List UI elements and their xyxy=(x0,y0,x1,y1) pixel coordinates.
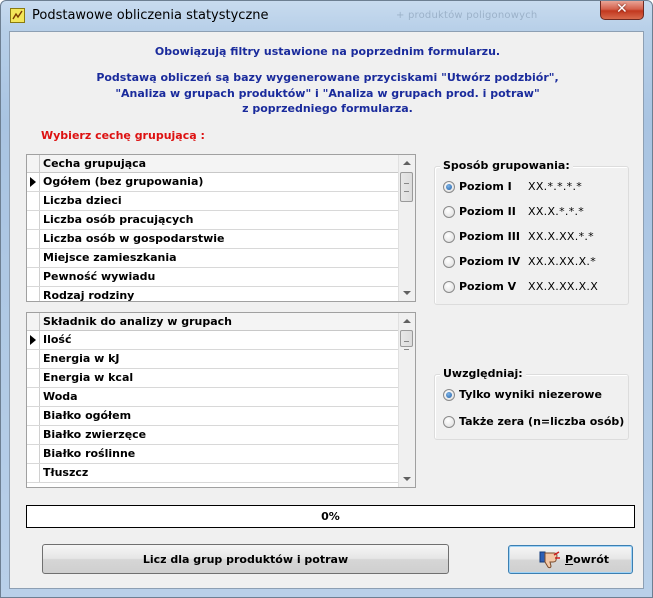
arrow-up-icon xyxy=(403,161,411,165)
groupbox-title: Uwzględniaj: xyxy=(440,367,526,380)
level-code: XX.*.*.*.* xyxy=(528,180,583,193)
grid-cell: Tłuszcz xyxy=(43,466,89,479)
grid-cell: Białko zwierzęce xyxy=(43,428,147,441)
radio-label: Tylko wyniki niezerowe xyxy=(459,388,602,401)
grid-header: Cecha grupująca xyxy=(27,155,399,173)
scroll-thumb[interactable] xyxy=(400,330,413,350)
grid-cell: Ilość xyxy=(43,333,72,346)
back-button[interactable]: Powrót xyxy=(508,545,633,574)
grid-header: Składnik do analizy w grupach xyxy=(27,313,399,331)
grid-row[interactable]: Miejsce zamieszkania xyxy=(27,249,399,268)
radio-button[interactable] xyxy=(443,281,455,293)
grid-cell: Białko ogółem xyxy=(43,409,132,422)
grid-row[interactable]: Liczba osób pracujących xyxy=(27,211,399,230)
app-icon xyxy=(10,8,25,23)
radio-label: Poziom III xyxy=(459,230,520,243)
filters-note: Obowiązują filtry ustawione na poprzedni… xyxy=(154,45,501,58)
radio-button[interactable] xyxy=(443,206,455,218)
arrow-up-icon xyxy=(403,319,411,323)
scroll-up-button[interactable] xyxy=(399,155,415,172)
close-icon: ✕ xyxy=(616,1,628,17)
level-code: XX.X.*.*.* xyxy=(528,205,585,218)
grid-row[interactable]: Białko roślinne xyxy=(27,445,399,464)
grid-row[interactable]: Ilość xyxy=(27,331,399,350)
grid-cell: Liczba osób pracujących xyxy=(43,213,194,226)
basis-note-line: z poprzedniego formularza. xyxy=(242,102,413,115)
current-row-arrow-icon xyxy=(30,177,36,187)
scroll-down-button[interactable] xyxy=(399,284,415,301)
grid-cell: Energia w kcal xyxy=(43,371,134,384)
radio-label: Poziom I xyxy=(459,180,512,193)
vertical-scrollbar[interactable] xyxy=(398,313,415,487)
scroll-up-button[interactable] xyxy=(399,313,415,330)
calculate-button-label: Licz dla grup produktów i potraw xyxy=(142,553,349,566)
grid-header-label: Cecha grupująca xyxy=(43,157,147,170)
radio-label: Także zera (n=liczba osób) xyxy=(459,415,625,428)
radio-label: Poziom IV xyxy=(459,255,521,268)
dialog-window: Podstawowe obliczenia statystyczne + pro… xyxy=(0,0,653,598)
grouping-heading: Wybierz cechę grupującą : xyxy=(41,129,205,142)
include-groupbox: Uwzględniaj: Tylko wyniki niezerowe Takż… xyxy=(434,367,629,440)
radio-button[interactable] xyxy=(443,389,455,401)
window-title: Podstawowe obliczenia statystyczne xyxy=(32,8,269,23)
scroll-down-button[interactable] xyxy=(399,470,415,487)
calculate-button[interactable]: Licz dla grup produktów i potraw xyxy=(42,544,449,574)
arrow-down-icon xyxy=(403,477,411,481)
level-code: XX.X.XX.X.* xyxy=(528,255,597,268)
radio-button[interactable] xyxy=(443,256,455,268)
grid-row[interactable]: Energia w kJ xyxy=(27,350,399,369)
grid-cell: Liczba osób w gospodarstwie xyxy=(43,232,225,245)
grid-row[interactable]: Ogółem (bez grupowania) xyxy=(27,173,399,192)
scroll-thumb[interactable] xyxy=(400,172,413,202)
grid-cell: Energia w kJ xyxy=(43,352,120,365)
component-grid[interactable]: Składnik do analizy w grupach Ilość Ener… xyxy=(26,312,416,488)
basis-note-line: "Analiza w grupach produktów" i "Analiza… xyxy=(115,86,540,100)
grid-cell: Ogółem (bez grupowania) xyxy=(43,175,204,188)
grid-row[interactable]: Pewność wywiadu xyxy=(27,268,399,287)
close-button[interactable]: ✕ xyxy=(600,1,644,20)
progress-bar: 0% xyxy=(26,505,635,528)
radio-button[interactable] xyxy=(443,416,455,428)
grid-cell: Białko roślinne xyxy=(43,447,136,460)
groupbox-title: Sposób grupowania: xyxy=(440,159,573,172)
vertical-scrollbar[interactable] xyxy=(398,155,415,301)
level-code: XX.X.XX.*.* xyxy=(528,230,594,243)
progress-text: 0% xyxy=(321,510,340,523)
radio-label: Poziom V xyxy=(459,280,517,293)
grid-cell: Liczba dzieci xyxy=(43,194,122,207)
grid-row[interactable]: Tłuszcz xyxy=(27,464,399,483)
grid-header-label: Składnik do analizy w grupach xyxy=(43,315,233,328)
grid-cell: Woda xyxy=(43,390,78,403)
dialog-client-area: Obowiązują filtry ustawione na poprzedni… xyxy=(9,31,644,589)
current-row-arrow-icon xyxy=(30,335,36,345)
grid-row[interactable]: Liczba dzieci xyxy=(27,192,399,211)
background-window-title: + produktów poligonowych xyxy=(396,10,538,21)
grid-row[interactable]: Białko ogółem xyxy=(27,407,399,426)
grid-cell: Rodzaj rodziny xyxy=(43,289,135,302)
grid-cell: Pewność wywiadu xyxy=(43,270,156,283)
arrow-down-icon xyxy=(403,291,411,295)
back-button-label: Powrót xyxy=(565,553,610,566)
basis-note-line: Podstawą obliczeń są bazy wygenerowane p… xyxy=(96,71,559,84)
grouping-method-groupbox: Sposób grupowania: Poziom I XX.*.*.*.* P… xyxy=(434,159,629,305)
radio-button[interactable] xyxy=(443,231,455,243)
level-code: XX.X.XX.X.X xyxy=(528,280,599,293)
basis-note: Podstawą obliczeń są bazy wygenerowane p… xyxy=(10,70,645,117)
grid-row[interactable]: Energia w kcal xyxy=(27,369,399,388)
title-bar[interactable]: Podstawowe obliczenia statystyczne + pro… xyxy=(1,1,652,31)
radio-button[interactable] xyxy=(443,181,455,193)
grid-cell: Miejsce zamieszkania xyxy=(43,251,177,264)
grid-row[interactable]: Woda xyxy=(27,388,399,407)
thumbs-down-icon xyxy=(539,551,561,572)
grid-row[interactable]: Rodzaj rodziny xyxy=(27,287,399,302)
grid-row[interactable]: Białko zwierzęce xyxy=(27,426,399,445)
grid-row[interactable]: Liczba osób w gospodarstwie xyxy=(27,230,399,249)
grouping-grid[interactable]: Cecha grupująca Ogółem (bez grupowania) … xyxy=(26,154,416,302)
radio-label: Poziom II xyxy=(459,205,516,218)
